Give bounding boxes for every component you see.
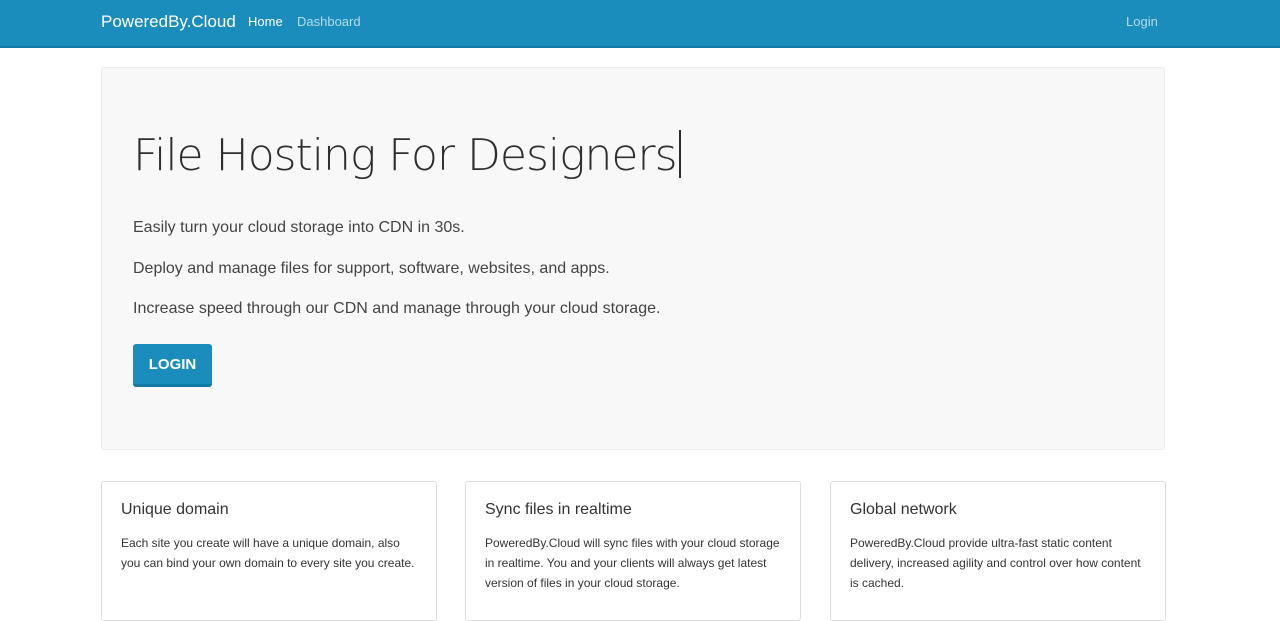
feature-card-text: Each site you create will have a unique …: [121, 536, 415, 570]
top-navbar: PoweredBy.Cloud Home Dashboard Login: [0, 0, 1280, 48]
hero-login-button[interactable]: LOGIN: [133, 344, 212, 387]
hero-title-text: File Hosting For Designers: [133, 130, 678, 181]
hero-tagline-3: Increase speed through our CDN and manag…: [133, 300, 661, 317]
brand-link[interactable]: PoweredBy.Cloud: [101, 12, 236, 32]
feature-card-global-network: Global network PoweredBy.Cloud provide u…: [830, 481, 1166, 621]
hero-jumbotron: File Hosting For Designers Easily turn y…: [101, 67, 1165, 450]
feature-card-title: Unique domain: [121, 501, 229, 518]
nav-dashboard-link[interactable]: Dashboard: [297, 14, 361, 29]
feature-card-sync-files: Sync files in realtime PoweredBy.Cloud w…: [465, 481, 801, 621]
nav-home-link[interactable]: Home: [248, 14, 283, 29]
feature-card-title: Sync files in realtime: [485, 501, 632, 518]
typing-cursor: [678, 130, 681, 178]
hero-title: File Hosting For Designers: [133, 130, 681, 183]
hero-tagline-1: Easily turn your cloud storage into CDN …: [133, 219, 465, 236]
feature-card-text: PoweredBy.Cloud will sync files with you…: [485, 536, 780, 590]
feature-card-text: PoweredBy.Cloud provide ultra-fast stati…: [850, 536, 1141, 590]
feature-card-title: Global network: [850, 501, 957, 518]
hero-tagline-2: Deploy and manage files for support, sof…: [133, 260, 610, 277]
feature-card-unique-domain: Unique domain Each site you create will …: [101, 481, 437, 621]
nav-login-link[interactable]: Login: [1126, 14, 1158, 29]
